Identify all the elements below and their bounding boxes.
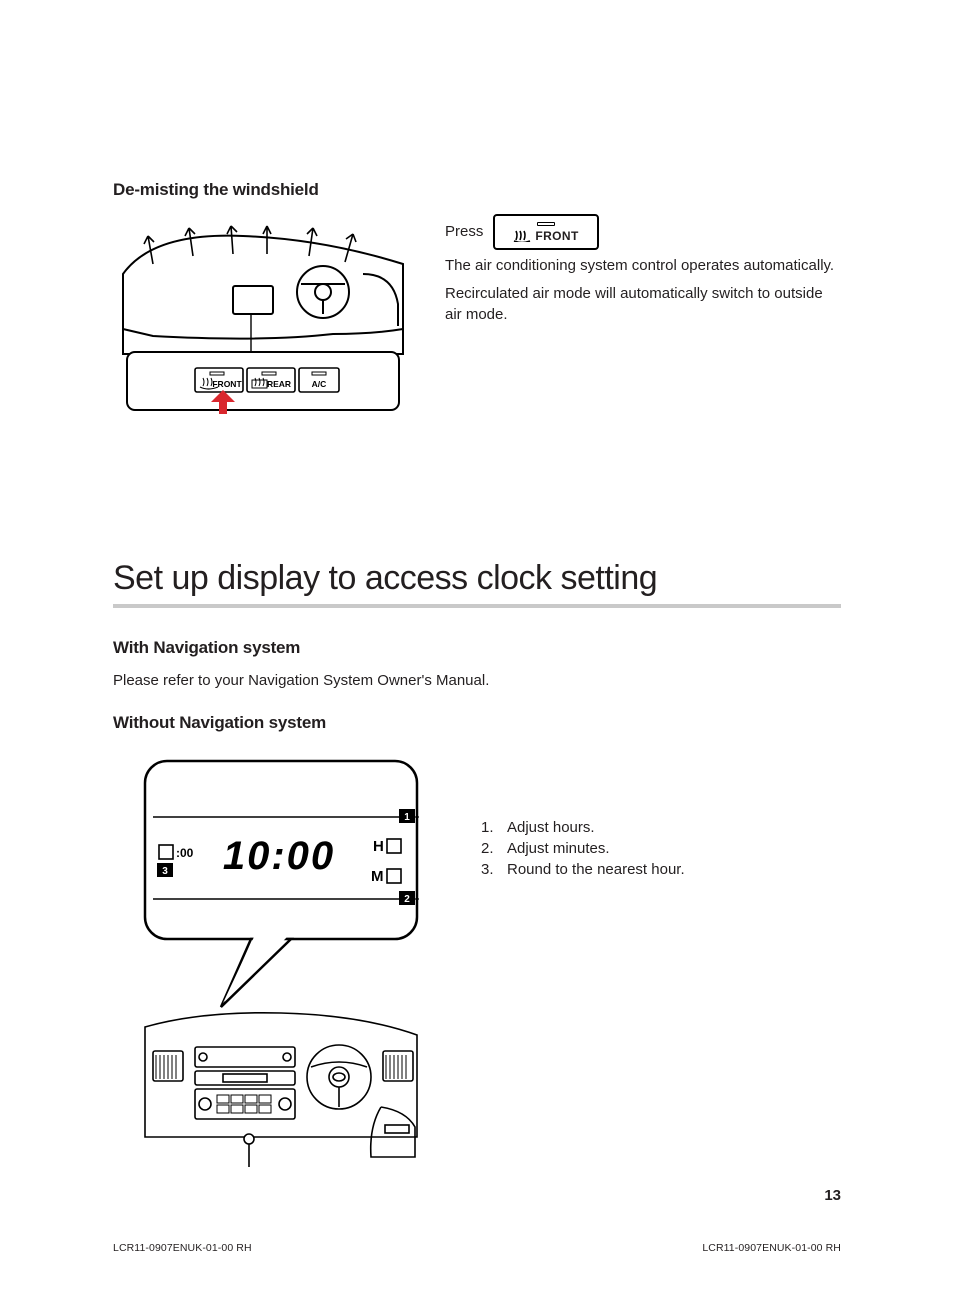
step-3-num: 3. <box>481 859 499 880</box>
footer-code-left: LCR11-0907ENUK-01-00 RH <box>113 1242 252 1254</box>
press-label: Press <box>445 222 483 250</box>
ac-auto-text: The air conditioning system control oper… <box>445 256 841 276</box>
demisting-heading: De-misting the windshield <box>113 180 841 200</box>
round-label: :00 <box>176 846 194 860</box>
step-2-text: Adjust minutes. <box>507 838 610 859</box>
btn-rear-label: REAR <box>267 379 291 389</box>
dashboard-figure: FRONT REAR A/C <box>113 214 413 419</box>
btn-ac-label: A/C <box>312 379 327 389</box>
callout-3: 3 <box>162 866 168 877</box>
step-2-num: 2. <box>481 838 499 859</box>
clock-time-display: 10:00 <box>223 834 335 878</box>
step-1-text: Adjust hours. <box>507 817 595 838</box>
callout-2: 2 <box>404 894 410 905</box>
footer-code-right: LCR11-0907ENUK-01-00 RH <box>702 1242 841 1254</box>
defrost-icon <box>513 230 531 242</box>
step-1-num: 1. <box>481 817 499 838</box>
title-rule <box>113 604 841 608</box>
page-number: 13 <box>824 1187 841 1204</box>
without-nav-heading: Without Navigation system <box>113 713 841 733</box>
callout-1: 1 <box>404 812 410 823</box>
clock-steps-list: 1. Adjust hours. 2. Adjust minutes. 3. Roun… <box>481 817 685 880</box>
step-3-text: Round to the nearest hour. <box>507 859 685 880</box>
recirculated-text: Recirculated air mode will automatically… <box>445 284 841 325</box>
with-nav-text: Please refer to your Navigation System O… <box>113 672 841 689</box>
front-button-text: FRONT <box>535 228 578 244</box>
clock-section-title: Set up display to access clock setting <box>113 559 841 598</box>
with-nav-heading: With Navigation system <box>113 638 841 658</box>
h-label: H <box>373 838 384 855</box>
m-label: M <box>371 868 384 885</box>
front-defrost-button-graphic: FRONT <box>493 214 598 250</box>
clock-figure: H M :00 10:00 1 <box>141 757 421 1192</box>
btn-front-label: FRONT <box>212 379 242 389</box>
